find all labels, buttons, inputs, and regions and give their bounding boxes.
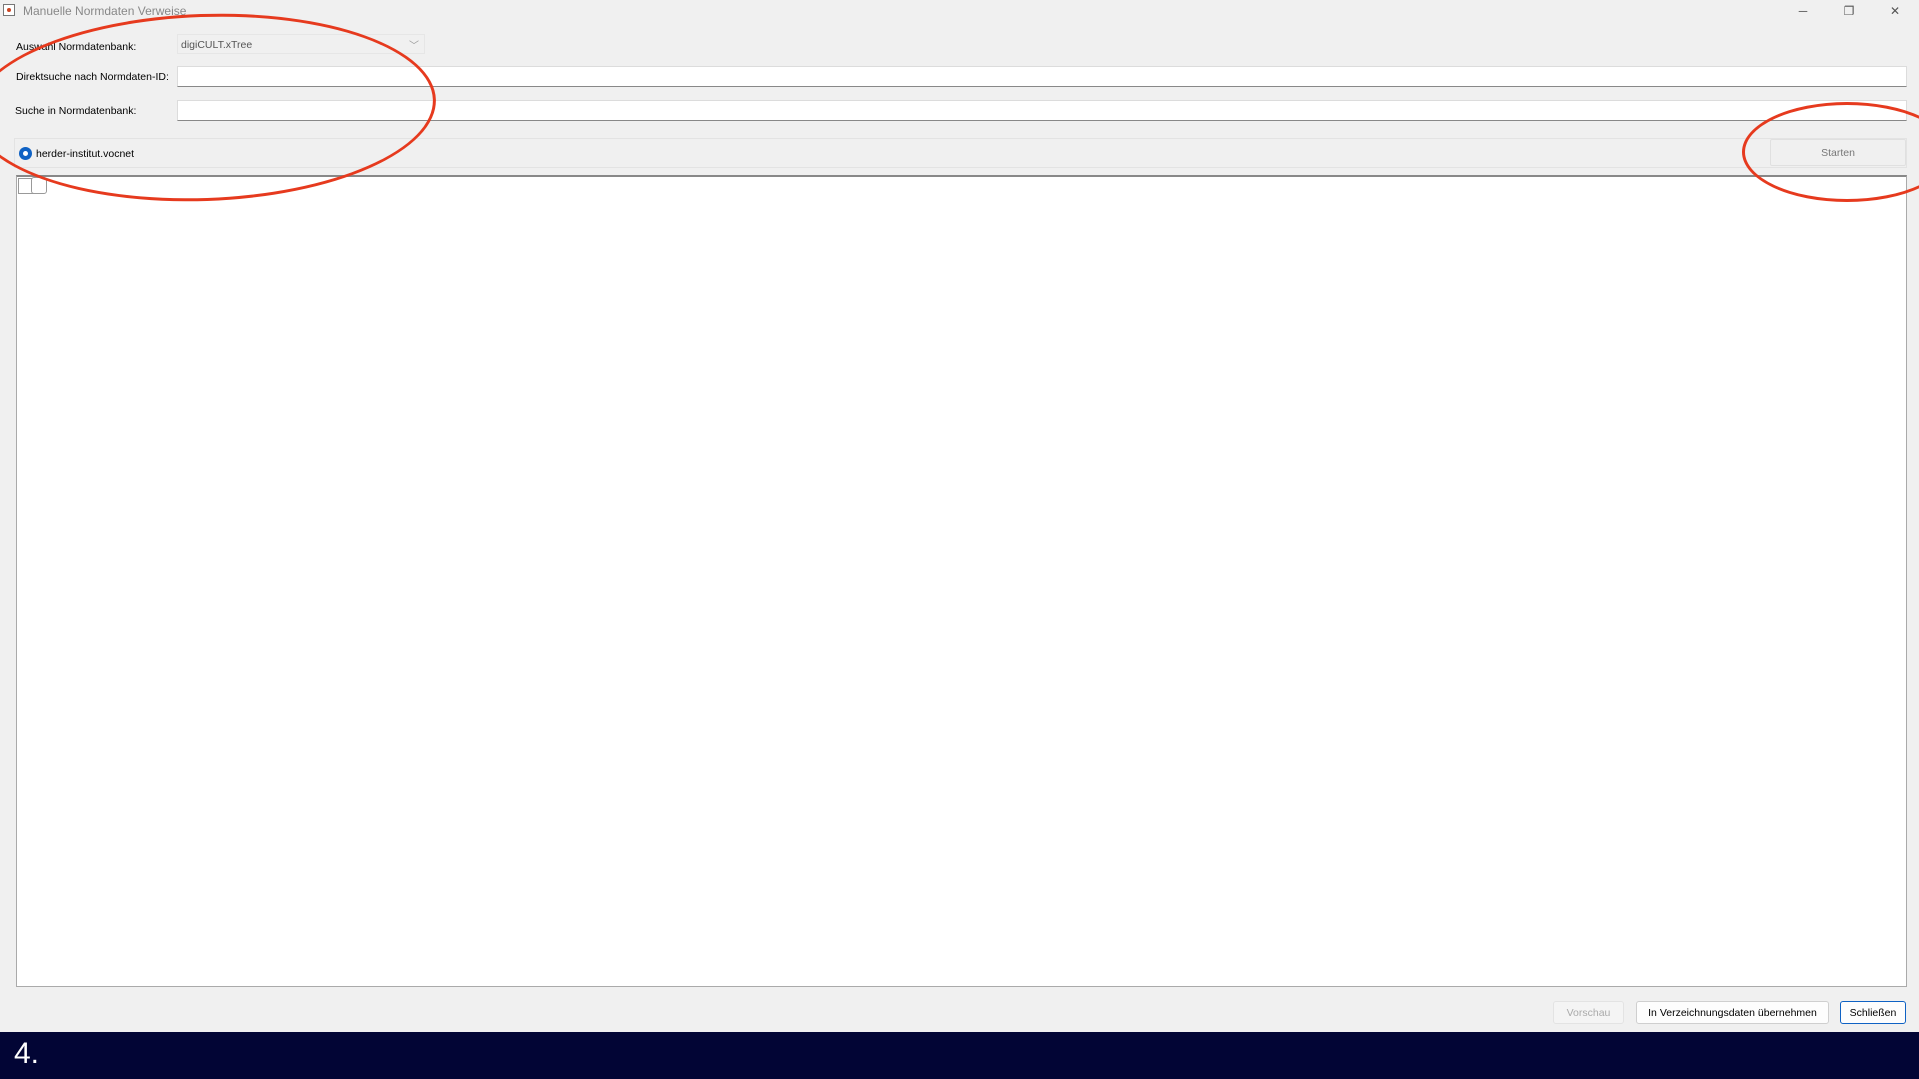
db-select-value: digiCULT.xTree (181, 39, 253, 51)
title-bar: Manuelle Normdaten Verweise ─ ❐ ✕ (0, 0, 1919, 22)
minimize-icon[interactable]: ─ (1780, 0, 1826, 22)
app-icon (3, 4, 15, 16)
preview-button[interactable]: Vorschau (1553, 1001, 1624, 1024)
tree-node-icon[interactable] (31, 177, 47, 194)
close-button[interactable]: Schließen (1840, 1001, 1906, 1024)
source-radio-label[interactable]: herder-institut.vocnet (36, 148, 134, 160)
window-title: Manuelle Normdaten Verweise (23, 4, 187, 18)
close-icon[interactable]: ✕ (1872, 0, 1918, 22)
db-search-label: Suche in Normdatenbank: (15, 105, 137, 117)
results-tree[interactable] (16, 175, 1907, 987)
apply-button[interactable]: In Verzeichnungsdaten übernehmen (1636, 1001, 1829, 1024)
db-select-label: Auswahl Normdatenbank: (16, 41, 137, 53)
source-radio-group: herder-institut.vocnet (14, 138, 1907, 168)
db-search-input[interactable] (177, 100, 1907, 121)
step-number: 4. (14, 1037, 40, 1070)
chevron-down-icon: ﹀ (409, 41, 419, 52)
maximize-icon[interactable]: ❐ (1826, 0, 1872, 22)
source-radio[interactable] (19, 147, 32, 160)
step-footer (0, 1032, 1919, 1079)
direct-search-input[interactable] (177, 66, 1907, 87)
start-button[interactable]: Starten (1770, 139, 1906, 166)
dialog-window: Manuelle Normdaten Verweise ─ ❐ ✕ Auswah… (0, 0, 1919, 1032)
direct-search-label: Direktsuche nach Normdaten-ID: (16, 71, 169, 83)
db-select[interactable]: digiCULT.xTree ﹀ (177, 34, 425, 54)
